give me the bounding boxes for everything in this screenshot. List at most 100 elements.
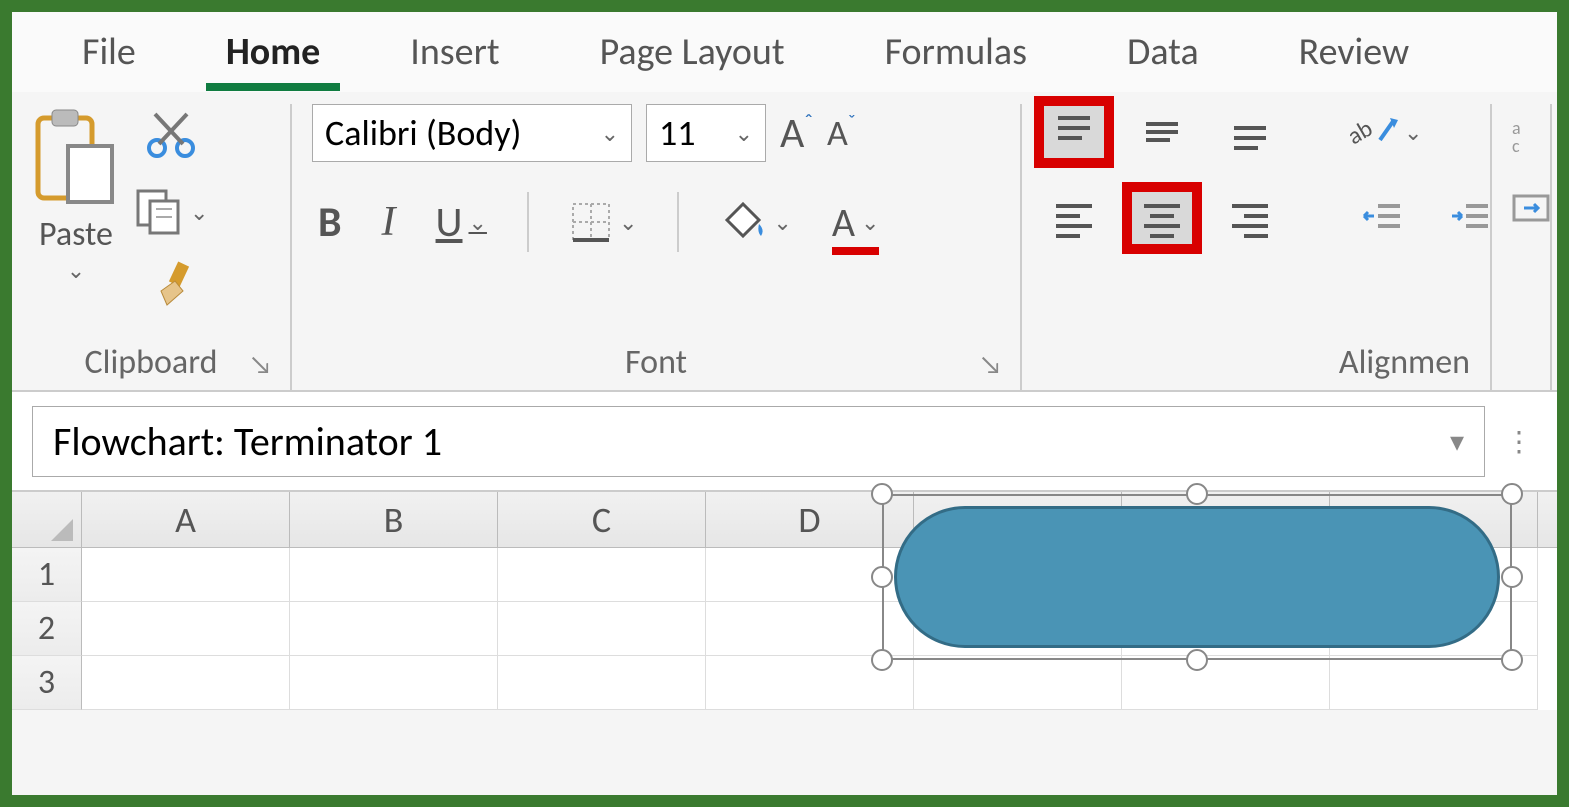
cut-button[interactable]: [145, 108, 197, 165]
chevron-down-icon: ⌄: [469, 209, 487, 236]
top-align-icon: [1052, 112, 1096, 152]
tab-formulas[interactable]: Formulas: [835, 19, 1077, 85]
resize-handle-tl[interactable]: [871, 483, 893, 505]
cell[interactable]: [82, 602, 290, 656]
font-launcher[interactable]: ↘: [979, 348, 1002, 380]
font-name-dropdown[interactable]: Calibri (Body) ⌄: [312, 104, 632, 162]
bottom-align-button[interactable]: [1218, 104, 1282, 160]
formula-bar-more-icon[interactable]: ⋮: [1505, 424, 1537, 459]
cell[interactable]: [498, 602, 706, 656]
scissors-icon: [145, 108, 197, 160]
row-header-3[interactable]: 3: [12, 656, 82, 710]
middle-align-button[interactable]: [1130, 104, 1194, 160]
paint-bucket-icon: [719, 200, 767, 244]
flowchart-terminator-shape[interactable]: [882, 494, 1512, 660]
worksheet-grid[interactable]: A B C D E F G 1 2 3: [12, 492, 1557, 710]
cell[interactable]: [498, 548, 706, 602]
cell[interactable]: [498, 656, 706, 710]
chevron-down-icon: ▾: [1450, 424, 1464, 459]
align-right-button[interactable]: [1218, 190, 1282, 246]
bold-button[interactable]: B: [318, 197, 342, 248]
row-header-2[interactable]: 2: [12, 602, 82, 656]
resize-handle-bm[interactable]: [1186, 649, 1208, 671]
middle-align-icon: [1140, 112, 1184, 152]
svg-text:ab: ab: [1350, 114, 1378, 151]
cell[interactable]: [82, 656, 290, 710]
align-left-button[interactable]: [1042, 190, 1106, 246]
cell[interactable]: [82, 548, 290, 602]
resize-handle-mr[interactable]: [1501, 566, 1523, 588]
row-header-1[interactable]: 1: [12, 548, 82, 602]
cell[interactable]: [290, 548, 498, 602]
name-box-value: Flowchart: Terminator 1: [53, 417, 442, 466]
resize-handle-br[interactable]: [1501, 649, 1523, 671]
group-font: Calibri (Body) ⌄ 11 ⌄ Aˆ Aˇ: [292, 104, 1022, 390]
copy-dropdown-icon: ⌄: [190, 199, 208, 226]
up-caret-icon: ˆ: [804, 108, 813, 135]
column-header-B[interactable]: B: [290, 492, 498, 547]
fill-color-button[interactable]: ⌄: [719, 200, 791, 244]
wrap-text-icon[interactable]: ac: [1512, 114, 1552, 158]
ribbon-tabs: File Home Insert Page Layout Formulas Da…: [12, 12, 1557, 92]
align-center-button[interactable]: [1130, 190, 1194, 246]
chevron-down-icon: ⌄: [601, 120, 619, 147]
decrease-indent-button[interactable]: [1350, 190, 1414, 246]
tab-page-layout[interactable]: Page Layout: [550, 19, 835, 85]
top-align-button[interactable]: [1042, 104, 1106, 160]
underline-label: U: [436, 197, 463, 248]
underline-button[interactable]: U ⌄: [436, 197, 487, 248]
orientation-button[interactable]: ab ⌄: [1350, 110, 1422, 154]
excel-window: File Home Insert Page Layout Formulas Da…: [0, 0, 1569, 807]
column-header-A[interactable]: A: [82, 492, 290, 547]
tab-data[interactable]: Data: [1077, 19, 1249, 85]
fill-color-swatch: [719, 244, 791, 252]
tab-insert[interactable]: Insert: [360, 19, 549, 85]
resize-handle-tm[interactable]: [1186, 483, 1208, 505]
italic-button[interactable]: I: [382, 198, 396, 246]
group-clipboard: Paste ⌄: [12, 104, 292, 390]
tab-review[interactable]: Review: [1249, 19, 1459, 85]
increase-font-size-button[interactable]: Aˆ: [780, 108, 813, 159]
decrease-font-size-button[interactable]: Aˇ: [827, 111, 856, 155]
down-caret-icon: ˇ: [848, 111, 856, 135]
resize-handle-ml[interactable]: [871, 566, 893, 588]
select-all-corner[interactable]: [12, 492, 82, 547]
merge-cells-icon[interactable]: [1512, 188, 1552, 228]
paste-button[interactable]: Paste ⌄: [32, 104, 120, 284]
paste-dropdown-icon: ⌄: [67, 257, 85, 284]
grow-font-label: A: [780, 108, 804, 159]
svg-text:c: c: [1512, 135, 1520, 157]
resize-handle-tr[interactable]: [1501, 483, 1523, 505]
format-painter-button[interactable]: [145, 259, 197, 316]
cell[interactable]: [290, 602, 498, 656]
font-size-value: 11: [659, 111, 696, 155]
clipboard-launcher[interactable]: ↘: [249, 348, 272, 380]
decrease-indent-icon: [1360, 198, 1404, 238]
cell[interactable]: [914, 656, 1122, 710]
paintbrush-icon: [145, 259, 197, 311]
font-group-label: Font: [625, 342, 687, 383]
tab-file[interactable]: File: [32, 19, 186, 85]
copy-button[interactable]: ⌄: [134, 187, 208, 237]
chevron-down-icon: ⌄: [861, 209, 879, 236]
shrink-font-label: A: [827, 111, 848, 155]
resize-handle-bl[interactable]: [871, 649, 893, 671]
column-header-C[interactable]: C: [498, 492, 706, 547]
font-size-dropdown[interactable]: 11 ⌄: [646, 104, 766, 162]
chevron-down-icon: ⌄: [619, 209, 637, 236]
font-color-button[interactable]: A ⌄: [832, 198, 880, 247]
bottom-align-icon: [1228, 112, 1272, 152]
font-color-swatch: [832, 247, 880, 255]
borders-button[interactable]: ⌄: [569, 200, 637, 244]
orientation-icon: ab: [1350, 110, 1400, 154]
ribbon: Paste ⌄: [12, 92, 1557, 392]
clipboard-icon: [32, 104, 120, 212]
font-color-glyph: A: [832, 198, 855, 247]
cell[interactable]: [1122, 656, 1330, 710]
font-name-value: Calibri (Body): [325, 111, 521, 155]
formula-bar-row: Flowchart: Terminator 1 ▾ ⋮: [12, 392, 1557, 492]
name-box[interactable]: Flowchart: Terminator 1 ▾: [32, 406, 1485, 477]
group-number-partial: ac: [1492, 104, 1552, 390]
tab-home[interactable]: Home: [186, 19, 360, 85]
cell[interactable]: [290, 656, 498, 710]
